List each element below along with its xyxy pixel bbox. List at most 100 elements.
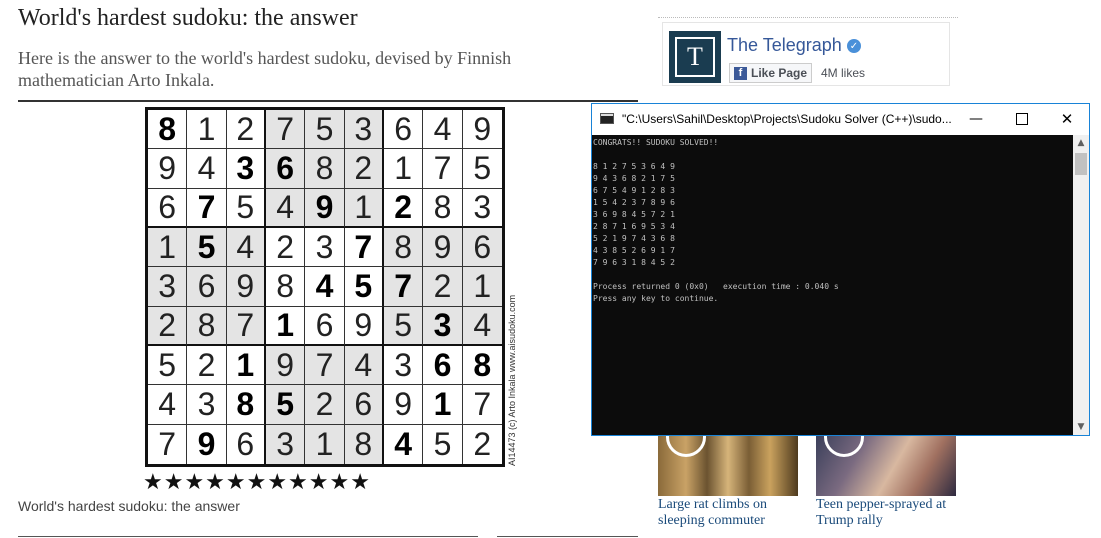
verified-icon: ✓ xyxy=(847,39,861,53)
sudoku-cell: 7 xyxy=(383,267,424,307)
console-title: "C:\Users\Sahil\Desktop\Projects\Sudoku … xyxy=(622,112,952,126)
sudoku-cell: 6 xyxy=(344,385,384,425)
sudoku-cell: 9 xyxy=(265,345,306,386)
sudoku-cell: 6 xyxy=(423,345,463,386)
sudoku-cell: 5 xyxy=(265,385,306,425)
sudoku-cell: 4 xyxy=(187,149,227,189)
close-icon: ✕ xyxy=(1060,110,1074,128)
sudoku-cell: 8 xyxy=(344,424,384,464)
sudoku-cell: 3 xyxy=(148,267,188,307)
sudoku-cell: 8 xyxy=(148,110,188,150)
sudoku-cell: 2 xyxy=(473,425,492,462)
scroll-down-icon[interactable]: ▼ xyxy=(1073,419,1089,435)
sudoku-cell: 7 xyxy=(423,149,463,189)
maximize-button[interactable] xyxy=(999,104,1045,134)
maximize-icon xyxy=(1016,113,1028,125)
divider xyxy=(497,536,638,537)
scroll-up-icon[interactable]: ▲ xyxy=(1073,135,1089,151)
sudoku-grid: 8127536499436821756754912831542378963698… xyxy=(145,107,505,467)
sudoku-cell: 2 xyxy=(344,149,384,189)
sudoku-cell: 1 xyxy=(226,345,266,386)
sudoku-cell: 1 xyxy=(265,306,306,346)
sudoku-cell: 7 xyxy=(148,424,188,464)
console-titlebar[interactable]: "C:\Users\Sahil\Desktop\Projects\Sudoku … xyxy=(592,104,1089,135)
sudoku-cell: 3 xyxy=(265,424,306,464)
sudoku-cell: 2 xyxy=(226,110,266,150)
sudoku-cell: 1 xyxy=(423,385,463,425)
sudoku-cell: 6 xyxy=(305,306,345,346)
video-thumbnail[interactable] xyxy=(816,435,956,496)
article-headline: World's hardest sudoku: the answer xyxy=(18,5,358,31)
sudoku-cell: 4 xyxy=(462,306,502,346)
sudoku-cell: 2 xyxy=(187,345,227,386)
article-standfirst: Here is the answer to the world's hardes… xyxy=(18,48,512,90)
sudoku-cell: 6 xyxy=(462,227,502,268)
close-button[interactable]: ✕ xyxy=(1044,104,1090,134)
video-caption-link[interactable]: Large rat climbs on sleeping commuter xyxy=(658,497,803,529)
play-icon xyxy=(666,435,706,457)
sudoku-cell: 3 xyxy=(383,345,424,386)
sudoku-cell: 4 xyxy=(148,385,188,425)
sudoku-cell: 8 xyxy=(226,385,266,425)
console-text: CONGRATS!! SUDOKU SOLVED!! 8 1 2 7 5 3 6… xyxy=(593,138,839,303)
sudoku-cell: 7 xyxy=(344,227,384,268)
play-icon xyxy=(824,435,864,457)
sudoku-cell: 5 xyxy=(423,424,463,464)
minimize-button[interactable]: — xyxy=(953,104,999,134)
console-window[interactable]: "C:\Users\Sahil\Desktop\Projects\Sudoku … xyxy=(591,103,1090,436)
sudoku-cell: 9 xyxy=(462,110,502,150)
scroll-thumb[interactable] xyxy=(1075,153,1087,175)
sudoku-cell: 7 xyxy=(305,345,345,386)
sudoku-cell: 7 xyxy=(226,306,266,346)
sudoku-cell: 3 xyxy=(226,149,266,189)
sudoku-cell: 9 xyxy=(187,424,227,464)
telegraph-logo[interactable]: T xyxy=(669,31,721,83)
headline-divider xyxy=(18,100,638,102)
sudoku-cell: 7 xyxy=(187,188,227,228)
image-caption: World's hardest sudoku: the answer xyxy=(18,498,240,514)
sudoku-cell: 6 xyxy=(383,110,424,150)
sudoku-cell: 8 xyxy=(383,227,424,268)
facebook-page-widget: T The Telegraph ✓ f Like Page 4M likes xyxy=(658,17,958,88)
facebook-page-card: T The Telegraph ✓ f Like Page 4M likes xyxy=(662,22,950,86)
sudoku-cell: 1 xyxy=(462,267,502,307)
sudoku-cell: 4 xyxy=(384,424,424,464)
sudoku-cell: 1 xyxy=(187,110,227,150)
sudoku-cell: 1 xyxy=(148,227,188,268)
video-caption-link[interactable]: Teen pepper-sprayed at Trump rally xyxy=(816,497,961,529)
sudoku-cell: 4 xyxy=(226,227,266,268)
like-page-button[interactable]: f Like Page xyxy=(729,63,812,83)
facebook-icon: f xyxy=(734,66,747,80)
sudoku-cell: 4 xyxy=(344,345,384,386)
console-output[interactable]: CONGRATS!! SUDOKU SOLVED!! 8 1 2 7 5 3 6… xyxy=(592,135,1073,435)
sudoku-cell: 9 xyxy=(226,267,266,307)
sudoku-cell: 8 xyxy=(187,306,227,346)
like-page-label: Like Page xyxy=(751,66,808,80)
sudoku-cell: 6 xyxy=(265,149,306,189)
sudoku-cell: 7 xyxy=(265,110,306,150)
sudoku-cell: 4 xyxy=(265,188,306,228)
sudoku-cell: 8 xyxy=(305,149,345,189)
sudoku-cell: 9 xyxy=(305,188,345,228)
sudoku-cell: 5 xyxy=(148,345,188,386)
console-scrollbar[interactable]: ▲ ▼ xyxy=(1073,135,1089,435)
sudoku-cell: 4 xyxy=(423,110,463,150)
sudoku-cell: 2 xyxy=(423,267,463,307)
video-thumbnail[interactable] xyxy=(658,435,798,496)
sudoku-cell: 8 xyxy=(462,346,502,386)
sudoku-cell: 5 xyxy=(462,149,502,189)
sudoku-cell: 3 xyxy=(423,306,463,346)
sudoku-cell: 1 xyxy=(344,188,384,228)
sudoku-cell: 6 xyxy=(148,188,188,228)
sudoku-cell: 6 xyxy=(227,424,266,464)
sudoku-cell: 1 xyxy=(383,149,424,189)
likes-count: 4M likes xyxy=(821,66,866,80)
sudoku-cell: 2 xyxy=(265,227,306,268)
sudoku-cell: 3 xyxy=(344,110,384,150)
sudoku-cell: 9 xyxy=(148,149,188,189)
sudoku-cell: 8 xyxy=(423,188,463,228)
sudoku-cell: 8 xyxy=(265,267,306,307)
facebook-page-name[interactable]: The Telegraph xyxy=(727,35,842,56)
telegraph-logo-letter: T xyxy=(675,37,715,77)
sudoku-cell: 3 xyxy=(462,189,502,228)
